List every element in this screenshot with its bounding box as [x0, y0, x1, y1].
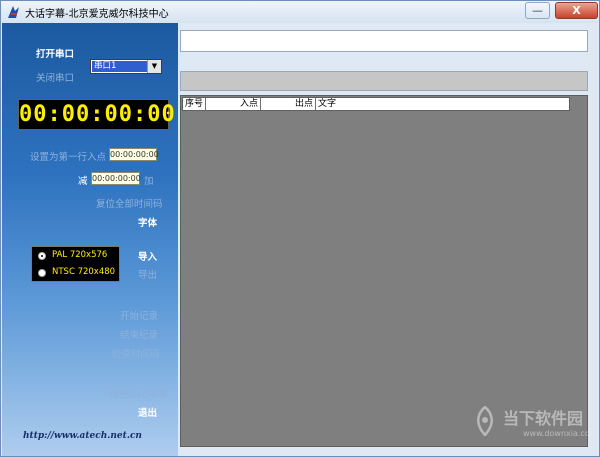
- status-field: [180, 71, 588, 91]
- subtitle-table[interactable]: 序号 入点 出点 文字: [180, 95, 588, 447]
- watermark-logo-icon: [477, 406, 493, 436]
- port-select-value: 串口1: [92, 61, 149, 72]
- column-header-index[interactable]: 序号: [183, 98, 206, 110]
- subtitle-input[interactable]: [180, 30, 588, 52]
- start-record-button[interactable]: 开始记录: [120, 308, 158, 322]
- title-bar: 大话字幕-北京爱克威尔科技中心 — X: [1, 1, 599, 23]
- minimize-icon: —: [532, 4, 543, 17]
- window-title: 大话字幕-北京爱克威尔科技中心: [25, 9, 169, 20]
- pal-label: PAL 720x576: [52, 250, 108, 260]
- offset-timecode-field[interactable]: 00:00:00:00: [91, 172, 141, 185]
- column-header-out[interactable]: 出点: [261, 98, 316, 110]
- chevron-down-icon[interactable]: ▼: [147, 60, 161, 73]
- watermark-name: 当下软件园: [503, 409, 584, 428]
- pal-radio[interactable]: [38, 252, 46, 260]
- reset-timecode-button[interactable]: 复位全部时间码: [96, 196, 163, 210]
- font-button[interactable]: 字体: [138, 215, 157, 229]
- close-icon: X: [572, 4, 581, 17]
- main-window: 大话字幕-北京爱克威尔科技中心 — X 打开串口 关闭串口 串口1 ▼ 00:0…: [0, 0, 600, 457]
- check-timecode-button[interactable]: 检查时间码: [112, 346, 160, 360]
- ntsc-label: NTSC 720x480: [52, 267, 116, 277]
- table-header: 序号 入点 出点 文字: [182, 97, 570, 111]
- export-button[interactable]: 导出: [138, 267, 157, 281]
- column-header-text[interactable]: 文字: [316, 98, 569, 110]
- video-format-group: PAL 720x576 NTSC 720x480: [31, 246, 120, 282]
- port-select[interactable]: 串口1 ▼: [90, 59, 162, 74]
- close-button[interactable]: X: [555, 2, 598, 19]
- output-dvd-button[interactable]: 输出DVD字幕: [109, 387, 168, 401]
- close-port-button[interactable]: 关闭串口: [36, 70, 74, 84]
- watermark: 当下软件园 www.downxia.com: [471, 405, 598, 443]
- app-logo-icon: [8, 6, 19, 18]
- import-button[interactable]: 导入: [138, 249, 157, 263]
- control-panel: 打开串口 关闭串口 串口1 ▼ 00:00:00:00 设置为第一行入点 00:…: [2, 23, 178, 456]
- timecode-display: 00:00:00:00: [18, 99, 175, 130]
- open-port-button[interactable]: 打开串口: [36, 46, 74, 60]
- stop-record-button[interactable]: 结束纪录: [120, 327, 158, 341]
- website-link[interactable]: http://www.atech.net.cn: [23, 431, 142, 441]
- subtract-button[interactable]: 减: [78, 173, 88, 187]
- ntsc-radio[interactable]: [38, 269, 46, 277]
- exit-button[interactable]: 退出: [138, 405, 157, 419]
- add-button[interactable]: 加: [144, 173, 154, 187]
- column-header-in[interactable]: 入点: [206, 98, 261, 110]
- first-in-timecode-field[interactable]: 00:00:00:00: [109, 148, 159, 161]
- minimize-button[interactable]: —: [525, 2, 550, 19]
- watermark-url: www.downxia.com: [523, 429, 598, 438]
- set-first-in-button[interactable]: 设置为第一行入点: [30, 149, 106, 163]
